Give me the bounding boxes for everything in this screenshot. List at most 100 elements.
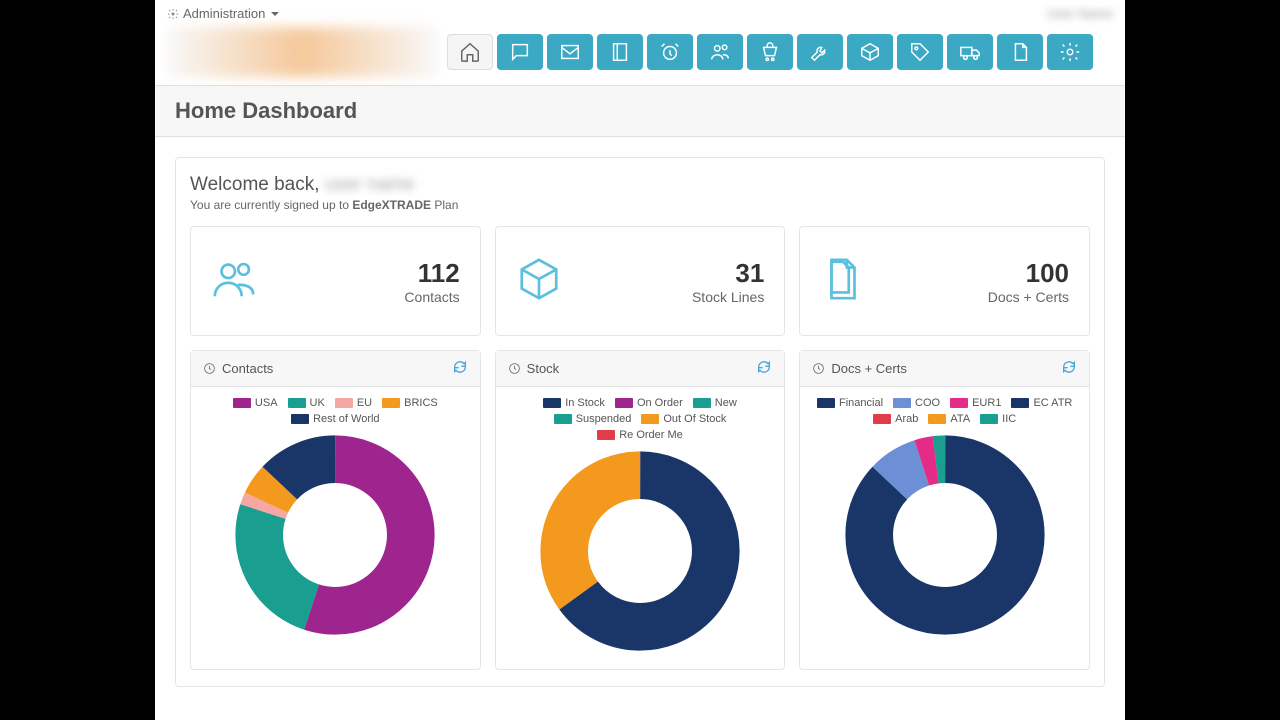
swatch (928, 414, 946, 424)
chart-title: Contacts (222, 361, 273, 376)
legend-label: Re Order Me (619, 429, 683, 441)
legend-label: Financial (839, 397, 883, 409)
wrench-icon (809, 41, 831, 63)
swatch (873, 414, 891, 424)
swatch (382, 398, 400, 408)
swatch (950, 398, 968, 408)
nav-clock[interactable] (647, 34, 693, 70)
refresh-button[interactable] (452, 359, 468, 378)
nav-contacts[interactable] (697, 34, 743, 70)
stat-docs[interactable]: 100Docs + Certs (799, 226, 1090, 336)
legend-label: UK (310, 397, 325, 409)
home-icon (459, 41, 481, 63)
admin-label: Administration (183, 6, 265, 21)
legend-label: On Order (637, 397, 683, 409)
legend-item: Suspended (554, 413, 632, 425)
legend-label: New (715, 397, 737, 409)
docs-icon (1009, 41, 1031, 63)
legend-label: EU (357, 397, 372, 409)
legend-item: IIC (980, 413, 1016, 425)
mail-icon (559, 41, 581, 63)
stat-contacts[interactable]: 112Contacts (190, 226, 481, 336)
legend-label: COO (915, 397, 940, 409)
plan-note: You are currently signed up to EdgeXTRAD… (190, 198, 1090, 212)
legend-item: ATA (928, 413, 970, 425)
chat-icon (509, 41, 531, 63)
nav-chat[interactable] (497, 34, 543, 70)
gear-icon (1059, 41, 1081, 63)
chart-title: Docs + Certs (831, 361, 907, 376)
swatch (288, 398, 306, 408)
nav-tools[interactable] (797, 34, 843, 70)
nav-docs[interactable] (997, 34, 1043, 70)
page-title-bar: Home Dashboard (155, 85, 1125, 137)
alarm-icon (659, 41, 681, 63)
legend-label: ATA (950, 413, 970, 425)
chart-docs: Docs + Certs FinancialCOOEUR1EC ATRArabA… (799, 350, 1090, 670)
legend-label: Out Of Stock (663, 413, 726, 425)
chart-contacts: Contacts USAUKEUBRICSRest of World (190, 350, 481, 670)
tag-icon (909, 41, 931, 63)
stat-value: 100 (988, 258, 1069, 289)
swatch (980, 414, 998, 424)
nav-home[interactable] (447, 34, 493, 70)
refresh-button[interactable] (1061, 359, 1077, 378)
legend-item: USA (233, 397, 278, 409)
swatch (597, 430, 615, 440)
people-icon (709, 41, 731, 63)
chart-title: Stock (527, 361, 560, 376)
legend-stock: In Stock On Order New Suspended Out Of Stock… (496, 387, 785, 445)
gear-icon (167, 8, 179, 20)
legend-label: In Stock (565, 397, 605, 409)
legend-item: In Stock (543, 397, 605, 409)
nav-shipping[interactable] (947, 34, 993, 70)
donut-contacts (235, 435, 435, 635)
stat-value: 31 (692, 258, 764, 289)
legend-item: Out Of Stock (641, 413, 726, 425)
swatch (615, 398, 633, 408)
legend-docs: FinancialCOOEUR1EC ATRArabATAIIC (800, 387, 1089, 429)
cart-icon (759, 41, 781, 63)
swatch (693, 398, 711, 408)
refresh-icon (452, 359, 468, 375)
nav-cart[interactable] (747, 34, 793, 70)
legend-contacts: USAUKEUBRICSRest of World (191, 387, 480, 429)
swatch (554, 414, 572, 424)
stat-label: Stock Lines (692, 289, 764, 305)
refresh-button[interactable] (756, 359, 772, 378)
legend-item: Arab (873, 413, 918, 425)
nav-tag[interactable] (897, 34, 943, 70)
legend-label: EUR1 (972, 397, 1001, 409)
nav-book[interactable] (597, 34, 643, 70)
page-title: Home Dashboard (175, 98, 1105, 124)
swatch (893, 398, 911, 408)
legend-label: Suspended (576, 413, 632, 425)
clock-icon (508, 362, 521, 375)
nav-stock[interactable] (847, 34, 893, 70)
chevron-down-icon (271, 12, 279, 16)
legend-item: EUR1 (950, 397, 1001, 409)
legend-item: On Order (615, 397, 683, 409)
stat-stock[interactable]: 31Stock Lines (495, 226, 786, 336)
legend-item: Rest of World (291, 413, 379, 425)
refresh-icon (756, 359, 772, 375)
nav-settings[interactable] (1047, 34, 1093, 70)
legend-label: Rest of World (313, 413, 379, 425)
chart-stock: Stock In Stock On Order New Suspended Out Of… (495, 350, 786, 670)
donut-stock (540, 451, 740, 651)
legend-item: UK (288, 397, 325, 409)
people-icon (211, 256, 257, 302)
box-icon (859, 41, 881, 63)
swatch (335, 398, 353, 408)
swatch (291, 414, 309, 424)
clock-icon (812, 362, 825, 375)
administration-menu[interactable]: Administration (167, 6, 279, 21)
book-icon (609, 41, 631, 63)
dashboard-panel: Welcome back, user name You are currentl… (175, 157, 1105, 687)
nav-mail[interactable] (547, 34, 593, 70)
welcome-text: Welcome back, user name (190, 174, 1090, 196)
refresh-icon (1061, 359, 1077, 375)
user-menu[interactable]: User Name (1047, 6, 1113, 21)
swatch (641, 414, 659, 424)
donut-docs (845, 435, 1045, 635)
